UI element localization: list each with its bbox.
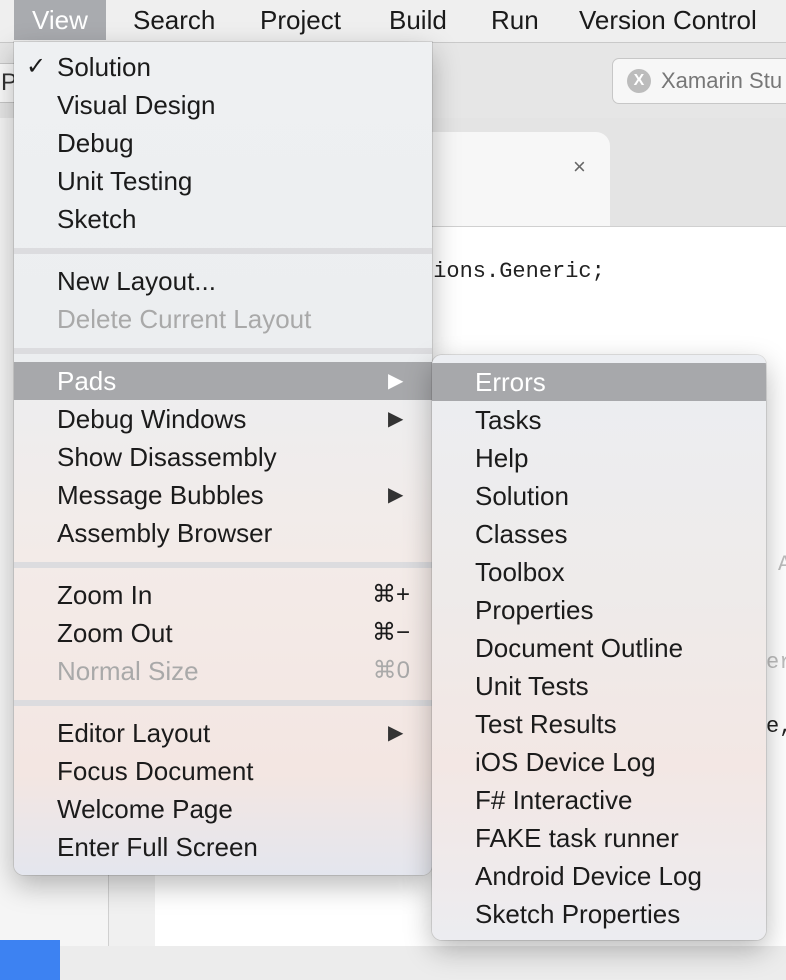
menu-item-label: Zoom In bbox=[57, 580, 153, 610]
menu-item-label: Properties bbox=[475, 595, 594, 625]
menu-build[interactable]: Build bbox=[371, 0, 465, 40]
pads-item-document-outline[interactable]: Document Outline bbox=[432, 629, 766, 667]
menu-item-sketch[interactable]: Sketch bbox=[14, 200, 432, 238]
code-fragment: er bbox=[766, 650, 786, 675]
pads-item-solution[interactable]: Solution bbox=[432, 477, 766, 515]
checkmark-icon: ✓ bbox=[26, 53, 47, 80]
menu-item-show-disassembly[interactable]: Show Disassembly bbox=[14, 438, 432, 476]
menu-item-label: New Layout... bbox=[57, 266, 216, 296]
menu-item-label: Enter Full Screen bbox=[57, 832, 258, 862]
status-bar: X Xamarin Stu bbox=[612, 58, 786, 104]
menu-item-solution[interactable]: ✓ Solution bbox=[14, 48, 432, 86]
menu-item-label: iOS Device Log bbox=[475, 747, 656, 777]
menu-item-new-layout[interactable]: New Layout... bbox=[14, 262, 432, 300]
menu-item-enter-full-screen[interactable]: Enter Full Screen bbox=[14, 828, 432, 866]
view-menu: ✓ Solution Visual Design Debug Unit Test… bbox=[14, 42, 432, 875]
menu-search[interactable]: Search bbox=[115, 0, 233, 40]
menu-item-unit-testing[interactable]: Unit Testing bbox=[14, 162, 432, 200]
menu-item-label: Message Bubbles bbox=[57, 480, 264, 510]
menu-run[interactable]: Run bbox=[473, 0, 557, 40]
menu-item-label: Debug Windows bbox=[57, 404, 247, 434]
menu-item-label: Normal Size bbox=[57, 656, 199, 686]
shortcut-label: ⌘− bbox=[371, 619, 410, 646]
menu-separator bbox=[14, 248, 432, 254]
solution-selected-row[interactable] bbox=[0, 940, 60, 980]
pads-item-toolbox[interactable]: Toolbox bbox=[432, 553, 766, 591]
pads-item-errors[interactable]: Errors bbox=[432, 363, 766, 401]
menu-item-normal-size: Normal Size ⌘0 bbox=[14, 652, 432, 690]
menu-item-label: Errors bbox=[475, 367, 546, 397]
shortcut-label: ⌘+ bbox=[371, 581, 410, 608]
menu-item-label: Zoom Out bbox=[57, 618, 173, 648]
pads-item-ios-device-log[interactable]: iOS Device Log bbox=[432, 743, 766, 781]
shortcut-label: ⌘0 bbox=[372, 657, 410, 684]
submenu-arrow-icon: ▶ bbox=[388, 484, 404, 506]
menu-separator bbox=[14, 348, 432, 354]
menu-item-label: FAKE task runner bbox=[475, 823, 679, 853]
pads-item-classes[interactable]: Classes bbox=[432, 515, 766, 553]
menu-item-label: Document Outline bbox=[475, 633, 684, 663]
pads-item-sketch-properties[interactable]: Sketch Properties bbox=[432, 895, 766, 933]
menu-item-welcome-page[interactable]: Welcome Page bbox=[14, 790, 432, 828]
pads-submenu: Errors Tasks Help Solution Classes Toolb… bbox=[432, 355, 766, 940]
pads-item-help[interactable]: Help bbox=[432, 439, 766, 477]
menu-item-assembly-browser[interactable]: Assembly Browser bbox=[14, 514, 432, 552]
menu-item-label: Assembly Browser bbox=[57, 518, 273, 548]
pads-item-unit-tests[interactable]: Unit Tests bbox=[432, 667, 766, 705]
menu-item-zoom-out[interactable]: Zoom Out ⌘− bbox=[14, 614, 432, 652]
menu-item-label: Sketch bbox=[57, 204, 137, 234]
status-label: Xamarin Stu bbox=[661, 68, 783, 93]
menu-item-label: Tasks bbox=[475, 405, 542, 435]
menu-item-label: F# Interactive bbox=[475, 785, 633, 815]
menu-item-zoom-in[interactable]: Zoom In ⌘+ bbox=[14, 576, 432, 614]
menu-separator bbox=[14, 562, 432, 568]
pads-item-fake-task-runner[interactable]: FAKE task runner bbox=[432, 819, 766, 857]
menu-item-label: Toolbox bbox=[475, 557, 565, 587]
menu-item-editor-layout[interactable]: Editor Layout ▶ bbox=[14, 714, 432, 752]
xamarin-logo-icon: X bbox=[627, 69, 651, 93]
menu-item-label: Classes bbox=[475, 519, 568, 549]
submenu-arrow-icon: ▶ bbox=[388, 408, 404, 430]
menu-item-label: Test Results bbox=[475, 709, 617, 739]
menu-item-label: Pads bbox=[57, 366, 117, 396]
menu-item-pads[interactable]: Pads ▶ bbox=[14, 362, 432, 400]
menu-item-label: Unit Tests bbox=[475, 671, 589, 701]
submenu-arrow-icon: ▶ bbox=[388, 370, 404, 392]
menu-item-debug-windows[interactable]: Debug Windows ▶ bbox=[14, 400, 432, 438]
menu-item-label: Welcome Page bbox=[57, 794, 233, 824]
menu-project[interactable]: Project bbox=[242, 0, 359, 40]
pads-item-properties[interactable]: Properties bbox=[432, 591, 766, 629]
pads-item-fsharp-interactive[interactable]: F# Interactive bbox=[432, 781, 766, 819]
menu-bar: View Search Project Build Run Version Co… bbox=[0, 0, 786, 43]
code-fragment: e, bbox=[766, 714, 786, 739]
pads-item-tasks[interactable]: Tasks bbox=[432, 401, 766, 439]
menu-item-label: Solution bbox=[57, 52, 151, 82]
menu-item-focus-document[interactable]: Focus Document bbox=[14, 752, 432, 790]
close-tab-icon[interactable]: × bbox=[573, 154, 586, 180]
menu-item-label: Focus Document bbox=[57, 756, 254, 786]
menu-item-label: Visual Design bbox=[57, 90, 216, 120]
code-line: tions.Generic; bbox=[420, 259, 605, 284]
menu-item-label: Help bbox=[475, 443, 529, 473]
menu-version-control[interactable]: Version Control bbox=[561, 0, 775, 40]
menu-item-message-bubbles[interactable]: Message Bubbles ▶ bbox=[14, 476, 432, 514]
pads-item-android-device-log[interactable]: Android Device Log bbox=[432, 857, 766, 895]
menu-item-label: Android Device Log bbox=[475, 861, 702, 891]
menu-item-label: Editor Layout bbox=[57, 718, 211, 748]
pads-item-test-results[interactable]: Test Results bbox=[432, 705, 766, 743]
menu-item-label: Debug bbox=[57, 128, 134, 158]
submenu-arrow-icon: ▶ bbox=[388, 722, 404, 744]
menu-item-debug[interactable]: Debug bbox=[14, 124, 432, 162]
menu-item-delete-current-layout: Delete Current Layout bbox=[14, 300, 432, 338]
menu-item-label: Show Disassembly bbox=[57, 442, 277, 472]
menu-separator bbox=[14, 700, 432, 706]
menu-item-visual-design[interactable]: Visual Design bbox=[14, 86, 432, 124]
menu-item-label: Delete Current Layout bbox=[57, 304, 312, 334]
menu-view[interactable]: View bbox=[14, 0, 106, 40]
menu-item-label: Sketch Properties bbox=[475, 899, 681, 929]
menu-item-label: Solution bbox=[475, 481, 569, 511]
menu-item-label: Unit Testing bbox=[57, 166, 193, 196]
code-fragment: A bbox=[778, 552, 786, 577]
